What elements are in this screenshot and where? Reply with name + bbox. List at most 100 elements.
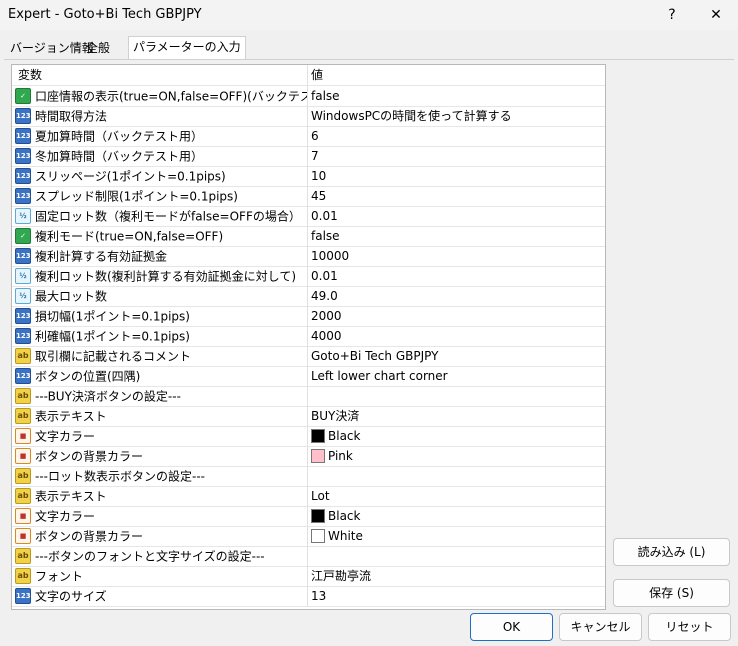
- color-icon: ■: [15, 527, 31, 544]
- parameter-name-cell: 123 複利計算する有効証拠金: [12, 246, 308, 266]
- parameter-row[interactable]: 123 複利計算する有効証拠金 10000: [12, 246, 605, 267]
- parameter-row[interactable]: 123 ボタンの位置(四隅) Left lower chart corner: [12, 366, 605, 387]
- string-icon: ab: [15, 547, 31, 564]
- parameter-row[interactable]: ab ---ボタンのフォントと文字サイズの設定---: [12, 546, 605, 567]
- integer-icon: 123: [15, 147, 31, 164]
- header-variable: 変数: [12, 65, 308, 85]
- cancel-button[interactable]: キャンセル: [559, 613, 642, 641]
- load-button[interactable]: 読み込み (L): [613, 538, 730, 566]
- parameter-value: 7: [311, 149, 319, 163]
- parameter-value-cell[interactable]: 6: [311, 126, 601, 146]
- integer-icon: 123: [15, 247, 31, 264]
- parameter-name-cell: 123 文字のサイズ: [12, 586, 308, 606]
- color-swatch: [311, 448, 325, 463]
- parameter-value-cell[interactable]: 0.01: [311, 206, 601, 226]
- parameter-value-cell[interactable]: 0.01: [311, 266, 601, 286]
- string-icon: ab: [15, 487, 31, 504]
- integer-icon: 123: [15, 187, 31, 204]
- parameter-value-cell[interactable]: 10: [311, 166, 601, 186]
- parameter-value-cell[interactable]: 45: [311, 186, 601, 206]
- parameter-value-cell[interactable]: [311, 546, 601, 566]
- close-button[interactable]: ✕: [694, 0, 738, 30]
- parameter-value-cell[interactable]: White: [311, 526, 601, 546]
- parameter-value: Black: [328, 509, 361, 523]
- parameter-value-cell[interactable]: false: [311, 226, 601, 246]
- parameter-row[interactable]: ■ ボタンの背景カラー Pink: [12, 446, 605, 467]
- parameter-row[interactable]: ½ 最大ロット数 49.0: [12, 286, 605, 307]
- parameter-row[interactable]: ½ 固定ロット数（複利モードがfalse=OFFの場合） 0.01: [12, 206, 605, 227]
- parameter-row[interactable]: ab フォント 江戸勘亭流: [12, 566, 605, 587]
- parameter-name: 文字カラー: [35, 509, 96, 524]
- parameter-value-cell[interactable]: Lot: [311, 486, 601, 506]
- parameter-row[interactable]: 123 損切幅(1ポイント=0.1pips) 2000: [12, 306, 605, 327]
- reset-button[interactable]: リセット: [648, 613, 731, 641]
- parameter-row[interactable]: 123 冬加算時間（バックテスト用） 7: [12, 146, 605, 167]
- help-button[interactable]: ?: [650, 0, 694, 30]
- parameter-name-cell: ab 表示テキスト: [12, 406, 308, 426]
- parameter-value-cell[interactable]: [311, 386, 601, 406]
- parameter-row[interactable]: ■ ボタンの背景カラー White: [12, 526, 605, 547]
- parameter-row[interactable]: ½ 複利ロット数(複利計算する有効証拠金に対して) 0.01: [12, 266, 605, 287]
- parameter-value-cell[interactable]: 4000: [311, 326, 601, 346]
- parameters-grid[interactable]: 変数 値 ✓ 口座情報の表示(true=ON,false=OFF)(バックテスト時…: [11, 64, 606, 610]
- tab-general[interactable]: 全般: [82, 38, 114, 58]
- parameter-value-cell[interactable]: 10000: [311, 246, 601, 266]
- parameter-value: BUY決済: [311, 409, 360, 423]
- parameter-value-cell[interactable]: 49.0: [311, 286, 601, 306]
- parameter-value-cell[interactable]: false: [311, 86, 601, 106]
- parameter-row[interactable]: ■ 文字カラー Black: [12, 506, 605, 527]
- integer-icon: 123: [15, 307, 31, 324]
- parameter-value: false: [311, 89, 340, 103]
- double-icon: ½: [15, 267, 31, 284]
- parameter-row[interactable]: ab 表示テキスト Lot: [12, 486, 605, 507]
- parameter-value-cell[interactable]: 江戸勘亭流: [311, 566, 601, 586]
- parameter-value-cell[interactable]: 2000: [311, 306, 601, 326]
- string-icon: ab: [15, 467, 31, 484]
- parameter-name: スリッページ(1ポイント=0.1pips): [35, 169, 226, 184]
- parameter-row[interactable]: ✓ 複利モード(true=ON,false=OFF) false: [12, 226, 605, 247]
- header-value: 値: [311, 68, 324, 82]
- parameter-name-cell: 123 利確幅(1ポイント=0.1pips): [12, 326, 308, 346]
- parameter-value-cell[interactable]: Goto+Bi Tech GBPJPY: [311, 346, 601, 366]
- integer-icon: 123: [15, 167, 31, 184]
- parameter-row[interactable]: ab ---BUY決済ボタンの設定---: [12, 386, 605, 407]
- ok-button[interactable]: OK: [470, 613, 553, 641]
- parameter-value-cell[interactable]: BUY決済: [311, 406, 601, 426]
- integer-icon: 123: [15, 327, 31, 344]
- parameter-value-cell[interactable]: [311, 466, 601, 486]
- parameter-row[interactable]: ✓ 口座情報の表示(true=ON,false=OFF)(バックテスト時...fa…: [12, 86, 605, 107]
- parameter-value-cell[interactable]: Black: [311, 426, 601, 446]
- parameter-value-cell[interactable]: Left lower chart corner: [311, 366, 601, 386]
- parameter-value: White: [328, 529, 363, 543]
- tab-bar: バージョン情報 全般 パラメーターの入力: [0, 36, 738, 60]
- parameter-value-cell[interactable]: Black: [311, 506, 601, 526]
- parameter-row[interactable]: ab 取引欄に記載されるコメント Goto+Bi Tech GBPJPY: [12, 346, 605, 367]
- string-icon: ab: [15, 387, 31, 404]
- tab-parameters[interactable]: パラメーターの入力: [128, 36, 246, 60]
- string-icon: ab: [15, 567, 31, 584]
- parameter-value-cell[interactable]: WindowsPCの時間を使って計算する: [311, 106, 601, 126]
- color-icon: ■: [15, 427, 31, 444]
- parameter-row[interactable]: ab 表示テキスト BUY決済: [12, 406, 605, 427]
- parameter-row[interactable]: 123 スプレッド制限(1ポイント=0.1pips) 45: [12, 186, 605, 207]
- parameter-name-cell: ✓ 複利モード(true=ON,false=OFF): [12, 226, 308, 246]
- parameter-value-cell[interactable]: Pink: [311, 446, 601, 466]
- parameter-row[interactable]: ■ 文字カラー Black: [12, 426, 605, 447]
- parameter-row[interactable]: 123 スリッページ(1ポイント=0.1pips) 10: [12, 166, 605, 187]
- parameter-row[interactable]: 123 夏加算時間（バックテスト用） 6: [12, 126, 605, 147]
- parameter-row[interactable]: 123 時間取得方法 WindowsPCの時間を使って計算する: [12, 106, 605, 127]
- parameter-value: Left lower chart corner: [311, 369, 448, 383]
- save-button[interactable]: 保存 (S): [613, 579, 730, 607]
- parameter-name: 文字のサイズ: [35, 589, 107, 604]
- boolean-icon: ✓: [15, 87, 31, 104]
- parameter-name-cell: ✓ 口座情報の表示(true=ON,false=OFF)(バックテスト時...: [12, 86, 308, 106]
- parameter-name-cell: 123 冬加算時間（バックテスト用）: [12, 146, 308, 166]
- parameter-value: Lot: [311, 489, 330, 503]
- parameter-row[interactable]: ab ---ロット数表示ボタンの設定---: [12, 466, 605, 487]
- parameter-value: 0.01: [311, 269, 338, 283]
- parameter-value-cell[interactable]: 13: [311, 586, 601, 606]
- parameter-value-cell[interactable]: 7: [311, 146, 601, 166]
- parameter-name-cell: ab ---ボタンのフォントと文字サイズの設定---: [12, 546, 308, 566]
- parameter-row[interactable]: 123 利確幅(1ポイント=0.1pips) 4000: [12, 326, 605, 347]
- parameter-row[interactable]: 123 文字のサイズ 13: [12, 586, 605, 607]
